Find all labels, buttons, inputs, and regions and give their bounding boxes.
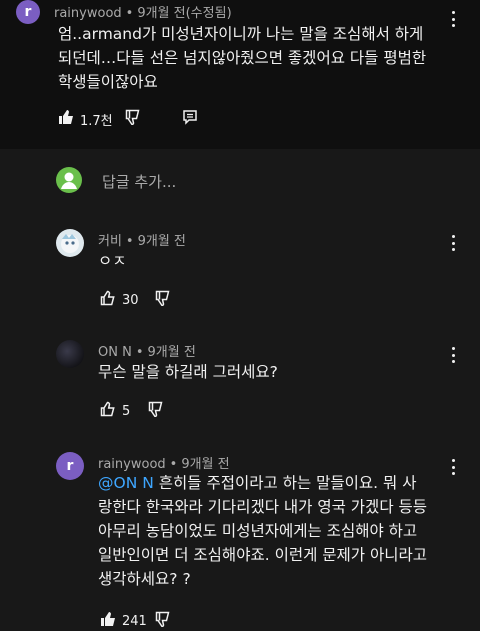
comment-time[interactable]: 9개월 전(수정됨) — [137, 6, 231, 21]
reply-input-bar: 답글 추가... — [0, 149, 480, 213]
like-count: 1.7천 — [80, 113, 113, 129]
dislike-icon[interactable] — [125, 109, 141, 129]
more-icon[interactable] — [446, 458, 460, 476]
more-icon[interactable] — [446, 10, 460, 28]
comment-time[interactable]: 9개월 전 — [148, 345, 196, 360]
like-icon[interactable] — [100, 611, 116, 631]
dislike-icon[interactable] — [155, 611, 171, 631]
reply-actions: 241 — [100, 611, 171, 631]
like-icon[interactable] — [100, 290, 116, 310]
like-count: 241 — [122, 613, 147, 629]
more-icon[interactable] — [446, 346, 460, 364]
reply-actions: 5 — [100, 401, 164, 421]
reply-text: 무슨 말을 하길래 그러세요? — [98, 363, 278, 381]
like-icon[interactable] — [58, 109, 74, 129]
reply-text: @ON N 흔히들 주접이라고 하는 말들이요. 뭐 사랑한다 한국와라 기다리… — [98, 471, 428, 591]
more-icon[interactable] — [446, 234, 460, 252]
author-avatar[interactable]: r — [16, 0, 40, 24]
author-name[interactable]: rainywood — [98, 457, 166, 472]
reply-meta: 커비 • 9개월 전 — [98, 234, 186, 249]
reply-avatar[interactable] — [56, 229, 84, 257]
reply-avatar[interactable] — [56, 340, 84, 368]
reply-meta: ON N • 9개월 전 — [98, 345, 196, 360]
reply-input[interactable]: 답글 추가... — [102, 171, 176, 192]
author-name[interactable]: 커비 — [98, 234, 122, 249]
comment-time[interactable]: 9개월 전 — [181, 457, 229, 472]
comment-meta: rainywood • 9개월 전(수정됨) — [54, 6, 232, 21]
comment-text: 엄..armand가 미성년자이니까 나는 말을 조심해서 하게 되던데…다들 … — [58, 25, 427, 91]
reply-actions: 30 — [100, 290, 171, 310]
dislike-icon[interactable] — [155, 290, 171, 310]
top-comment: r rainywood • 9개월 전(수정됨) 엄..armand가 미성년자이니… — [0, 0, 480, 149]
user-avatar — [56, 167, 82, 193]
like-icon[interactable] — [100, 401, 116, 421]
reply-meta: rainywood • 9개월 전 — [98, 457, 230, 472]
comment-actions: 1.7천 — [58, 109, 197, 129]
reply-icon[interactable] — [182, 109, 197, 129]
author-name[interactable]: ON N — [98, 345, 132, 360]
reply-text: ㅇㅈ — [98, 252, 127, 270]
reply-avatar[interactable]: r — [56, 452, 84, 480]
like-count: 30 — [122, 292, 139, 308]
like-count: 5 — [122, 403, 131, 419]
mention-link[interactable]: @ON N — [98, 474, 154, 492]
dislike-icon[interactable] — [148, 401, 164, 421]
author-name[interactable]: rainywood — [54, 6, 122, 21]
comment-time[interactable]: 9개월 전 — [138, 234, 186, 249]
